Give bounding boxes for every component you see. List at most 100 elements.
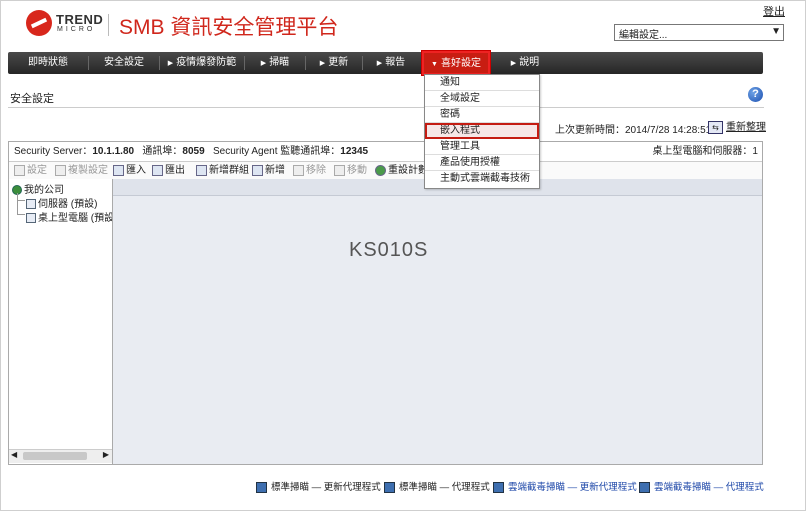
nav-label: 掃瞄 <box>269 57 290 68</box>
export-button[interactable]: 匯出 <box>152 162 185 179</box>
nav-label: 說明 <box>519 57 540 68</box>
watermark-text: KS010S <box>349 239 429 261</box>
chevron-down-icon: ▼ <box>431 61 438 68</box>
footer-links: 標準掃瞄 — 更新代理程式 標準掃瞄 — 代理程式 雲端截毒掃瞄 — 更新代理程… <box>256 479 766 493</box>
move-icon <box>334 164 345 176</box>
settings-label: 設定 <box>27 165 47 176</box>
tree-horizontal-scrollbar[interactable]: ◀ ▶ <box>9 449 112 463</box>
edit-settings-select[interactable]: 編輯設定... ▼ <box>614 24 784 41</box>
new-group-label: 新增群組 <box>209 165 249 176</box>
nav-preferences[interactable]: ▼ 喜好設定 <box>421 50 491 76</box>
remove-button[interactable]: 移除 <box>293 162 326 179</box>
import-icon <box>113 164 124 176</box>
page-title: 安全設定 <box>10 93 54 105</box>
tree-label: 桌上型電腦 (預設 <box>38 213 113 224</box>
menu-item-smart-protection[interactable]: 主動式雲端截毒技術 <box>425 171 539 187</box>
import-button[interactable]: 匯入 <box>113 162 146 179</box>
move-label: 移動 <box>347 165 367 176</box>
add-label: 新增 <box>265 165 285 176</box>
port-value: 8059 <box>182 146 205 157</box>
refresh-link[interactable]: ⇆ 重新整理 <box>708 118 766 134</box>
tree-connector <box>17 214 25 215</box>
remove-label: 移除 <box>306 165 326 176</box>
add-button[interactable]: 新增 <box>252 162 285 179</box>
export-label: 匯出 <box>165 165 185 176</box>
copy-settings-label: 複製設定 <box>68 165 108 176</box>
scroll-thumb[interactable] <box>23 452 87 460</box>
chevron-right-icon: ▶ <box>376 60 383 67</box>
nav-security-settings[interactable]: 安全設定 <box>89 52 159 74</box>
trend-micro-logo-icon <box>26 10 52 36</box>
add-group-icon <box>196 164 207 176</box>
smart-agent-icon <box>639 481 650 493</box>
server-label: Security Server： <box>14 146 93 157</box>
main-nav: 即時狀態 安全設定 ▶ 疫情爆發防範 ▶ 掃瞄 ▶ 更新 ▶ 報告 ▼ 喜好設定 ▶ 說明 <box>8 50 763 76</box>
agent-port-value: 12345 <box>340 146 369 157</box>
move-button[interactable]: 移動 <box>334 162 367 179</box>
menu-item-global-settings[interactable]: 全域設定 <box>425 91 539 107</box>
footer-link-label: 雲端截毒掃瞄 — 代理程式 <box>654 482 764 493</box>
footer-link-smart-agent[interactable]: 雲端截毒掃瞄 — 代理程式 <box>639 479 764 493</box>
last-update-text: 上次更新時間：2014/7/28 14:28:51 <box>555 125 712 136</box>
add-icon <box>252 164 263 176</box>
edit-settings-select-value: 編輯設定... <box>619 30 668 41</box>
logo-text: TREND <box>56 12 104 27</box>
details-area <box>113 179 762 464</box>
chevron-down-icon: ▼ <box>771 26 781 37</box>
chevron-right-icon: ▶ <box>510 60 517 67</box>
menu-item-plug-ins[interactable]: 嵌入程式 <box>425 123 539 139</box>
toolbar: 設定 複製設定 匯入 匯出 新增群組 新增 移除 移動 重設計數 <box>9 162 762 180</box>
nav-outbreak-defense[interactable]: ▶ 疫情爆發防範 <box>160 52 244 74</box>
nav-label: 即時狀態 <box>28 57 68 68</box>
reset-counter-label: 重設計數 <box>388 165 428 176</box>
nav-label: 安全設定 <box>104 57 144 68</box>
app-title: SMB 資訊安全管理平台 <box>119 16 339 39</box>
menu-item-password[interactable]: 密碼 <box>425 107 539 123</box>
smart-agent-update-icon <box>493 481 504 493</box>
reset-icon <box>375 164 386 176</box>
scroll-right-icon[interactable]: ▶ <box>103 450 109 459</box>
header: TREND MICRO SMB 資訊安全管理平台 登出 編輯設定... ▼ <box>0 0 806 50</box>
footer-link-label: 標準掃瞄 — 代理程式 <box>399 482 490 493</box>
trash-icon <box>293 164 304 176</box>
footer-link-label: 標準掃瞄 — 更新代理程式 <box>271 482 381 493</box>
nav-label: 疫情爆發防範 <box>176 57 237 68</box>
server-value: 10.1.1.80 <box>92 146 135 157</box>
new-group-button[interactable]: 新增群組 <box>196 162 249 179</box>
footer-link-smart-update-agent[interactable]: 雲端截毒掃瞄 — 更新代理程式 <box>493 479 637 493</box>
settings-button[interactable]: 設定 <box>14 162 47 179</box>
import-label: 匯入 <box>126 165 146 176</box>
reset-counter-button[interactable]: 重設計數 <box>375 162 428 179</box>
tree-item-servers[interactable]: 伺服器 (預設) <box>26 195 97 210</box>
divider <box>8 107 764 108</box>
preferences-dropdown-menu: 通知 全域設定 密碼 嵌入程式 管理工具 產品使用授權 主動式雲端截毒技術 <box>424 74 540 189</box>
tree-item-desktops[interactable]: 桌上型電腦 (預設 <box>26 209 113 224</box>
logo-subtext: MICRO <box>57 26 96 33</box>
help-icon[interactable]: ? <box>748 87 763 102</box>
scroll-left-icon[interactable]: ◀ <box>11 450 17 459</box>
copy-settings-button[interactable]: 複製設定 <box>55 162 108 179</box>
nav-realtime-status[interactable]: 即時狀態 <box>8 52 88 74</box>
nav-updates[interactable]: ▶ 更新 <box>306 52 362 74</box>
logout-link[interactable]: 登出 <box>763 3 785 19</box>
menu-item-notifications[interactable]: 通知 <box>425 75 539 91</box>
nav-help[interactable]: ▶ 說明 <box>500 52 550 74</box>
tree-root-my-company[interactable]: 我的公司 <box>12 181 64 196</box>
footer-link-conventional-update-agent[interactable]: 標準掃瞄 — 更新代理程式 <box>256 479 381 493</box>
refresh-icon: ⇆ <box>708 120 723 134</box>
server-icon <box>26 199 36 210</box>
agent-port-label: Security Agent 監聽通訊埠： <box>213 146 341 157</box>
port-label: 通訊埠： <box>142 146 183 157</box>
footer-link-conventional-agent[interactable]: 標準掃瞄 — 代理程式 <box>384 479 490 493</box>
logo-divider <box>108 14 109 36</box>
menu-item-license[interactable]: 產品使用授權 <box>425 155 539 171</box>
group-tree: 我的公司 伺服器 (預設) 桌上型電腦 (預設 ◀ ▶ <box>9 179 113 464</box>
server-info-bar: Security Server：10.1.1.80 通訊埠：8059 Secur… <box>9 142 762 162</box>
nav-label: 更新 <box>328 57 349 68</box>
nav-label: 報告 <box>385 57 406 68</box>
tree-connector <box>17 193 18 215</box>
menu-item-management-tools[interactable]: 管理工具 <box>425 139 539 155</box>
nav-scans[interactable]: ▶ 掃瞄 <box>245 52 305 74</box>
nav-label: 喜好設定 <box>440 58 481 69</box>
nav-reports[interactable]: ▶ 報告 <box>363 52 419 74</box>
